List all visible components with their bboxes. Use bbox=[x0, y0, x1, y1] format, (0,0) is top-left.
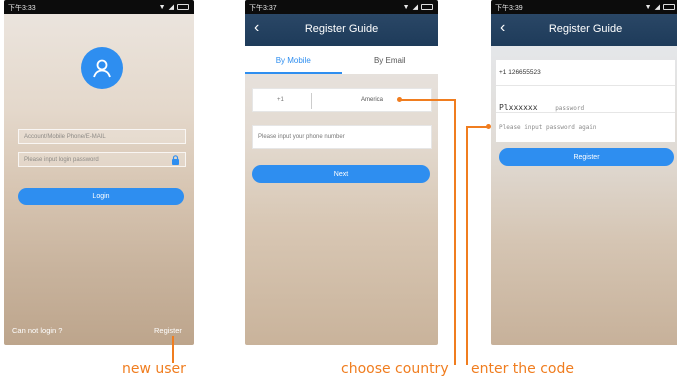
country-pointer-stem bbox=[454, 99, 456, 365]
wifi-icon: ▼ bbox=[644, 3, 652, 11]
code-prefix: Pl bbox=[499, 103, 509, 112]
register-tabs: By Mobile By Email bbox=[245, 46, 438, 74]
country-name: America bbox=[361, 97, 384, 103]
password-placeholder: Please input login password bbox=[24, 156, 99, 163]
account-placeholder: Account/Mobile Phone/E-MAIL bbox=[24, 133, 106, 140]
lock-icon bbox=[172, 155, 179, 165]
app-header: ‹ Register Guide bbox=[245, 14, 438, 46]
account-input[interactable]: Account/Mobile Phone/E-MAIL bbox=[18, 129, 186, 144]
new-user-annotation: new user bbox=[122, 361, 186, 377]
password-again-input[interactable]: Please input password again bbox=[496, 114, 675, 141]
battery-icon bbox=[663, 4, 675, 10]
status-time: 下午3:39 bbox=[495, 5, 523, 12]
code-pointer-line bbox=[466, 126, 488, 128]
new-user-pointer bbox=[172, 336, 174, 363]
status-time: 下午3:37 bbox=[249, 5, 277, 12]
phone-number-value: +1 126655523 bbox=[496, 60, 675, 86]
next-button[interactable]: Next bbox=[252, 165, 430, 183]
signal-icon: ◢ bbox=[654, 4, 660, 11]
country-code: +1 bbox=[277, 97, 284, 103]
tab-by-mobile[interactable]: By Mobile bbox=[245, 56, 342, 65]
register-button[interactable]: Register bbox=[499, 148, 674, 166]
phone-placeholder: Please input your phone number bbox=[258, 134, 345, 140]
battery-icon bbox=[177, 4, 189, 10]
code-pointer-stem bbox=[466, 126, 468, 365]
signal-icon: ◢ bbox=[412, 4, 418, 11]
wifi-icon: ▼ bbox=[402, 3, 410, 11]
status-bar: 下午3:39 ▼ ◢ bbox=[491, 0, 677, 14]
tab-by-email[interactable]: By Email bbox=[342, 56, 439, 65]
cannot-login-link[interactable]: Can not login ? bbox=[12, 326, 62, 335]
battery-icon bbox=[421, 4, 433, 10]
password-placeholder: password bbox=[555, 105, 585, 112]
country-divider bbox=[311, 93, 312, 109]
country-pointer-line bbox=[400, 99, 456, 101]
password-again-placeholder: Please input password again bbox=[499, 124, 597, 131]
app-header: ‹ Register Guide bbox=[491, 14, 677, 46]
page-title: Register Guide bbox=[548, 23, 623, 35]
enter-code-annotation: enter the code bbox=[471, 361, 574, 377]
user-icon bbox=[93, 59, 111, 78]
signal-icon: ◢ bbox=[168, 4, 174, 11]
login-screen: 下午3:33 ▼ ◢ Account/Mobile Phone/E-MAIL P… bbox=[4, 0, 194, 345]
status-time: 下午3:33 bbox=[8, 5, 36, 12]
active-tab-indicator bbox=[245, 72, 342, 74]
register-password-screen: 下午3:39 ▼ ◢ ‹ Register Guide +1 126655523… bbox=[491, 0, 677, 345]
page-title: Register Guide bbox=[304, 23, 379, 35]
register-mobile-screen: 下午3:37 ▼ ◢ ‹ Register Guide By Mobile By… bbox=[245, 0, 438, 345]
register-link[interactable]: Register bbox=[154, 326, 182, 335]
status-bar: 下午3:37 ▼ ◢ bbox=[245, 0, 438, 14]
avatar bbox=[81, 47, 123, 89]
code-value: xxxxxx bbox=[508, 103, 538, 112]
register-form: +1 126655523 Plxxxxxx password Please in… bbox=[496, 60, 675, 142]
status-bar: 下午3:33 ▼ ◢ bbox=[4, 0, 194, 14]
verification-code-input[interactable]: Plxxxxxx password bbox=[496, 87, 675, 113]
wifi-icon: ▼ bbox=[158, 3, 166, 11]
choose-country-annotation: choose country bbox=[341, 361, 449, 377]
password-input[interactable]: Please input login password bbox=[18, 152, 186, 167]
login-button[interactable]: Login bbox=[18, 188, 184, 205]
phone-number-input[interactable]: Please input your phone number bbox=[252, 125, 432, 149]
